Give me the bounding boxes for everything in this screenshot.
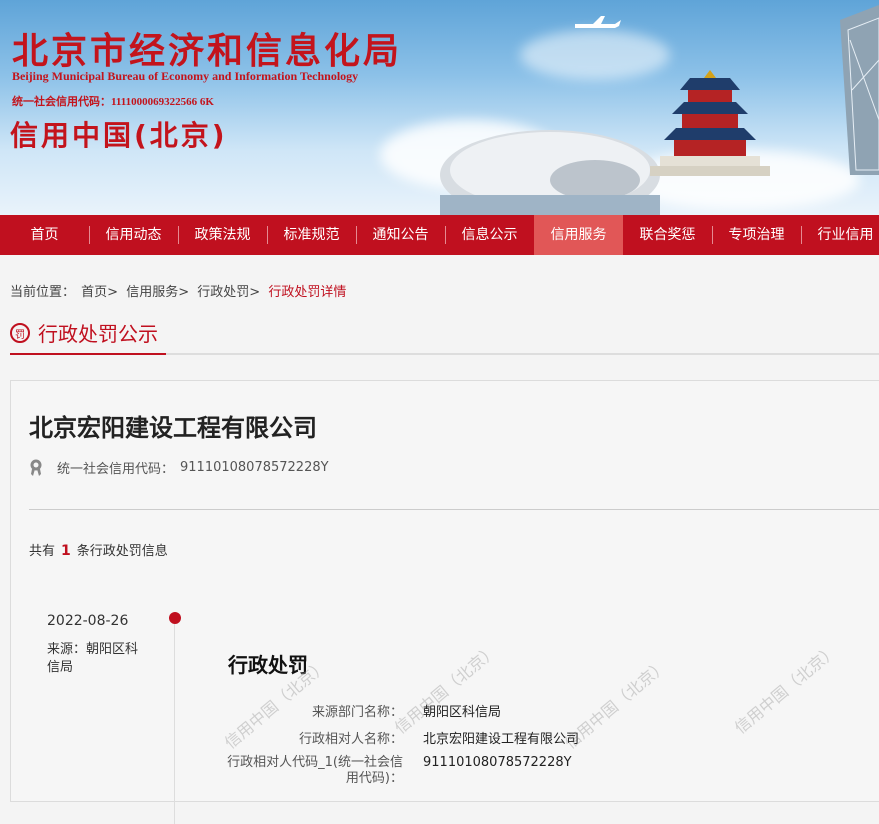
section-header-inner: 罚 行政处罚公示 [10,320,166,355]
field-value: 91110108078572228Y [423,755,572,770]
section-title: 行政处罚公示 [38,322,158,346]
penalty-icon: 罚 [10,323,30,343]
header-banner: 北京市经济和信息化局 Beijing Municipal Bureau of E… [0,0,879,215]
breadcrumb-link-penalty[interactable]: 行政处罚 [197,285,249,300]
nav-item-disclosure[interactable]: 信息公示 [445,215,534,255]
breadcrumb-separator: > [249,285,261,300]
breadcrumb-separator: > [107,285,119,300]
section-header: 罚 行政处罚公示 [10,320,879,355]
breadcrumb: 当前位置： 首页> 信用服务> 行政处罚> 行政处罚详情 [10,281,348,300]
company-name: 北京宏阳建设工程有限公司 [29,414,317,442]
field-row: 行政相对人名称： 北京宏阳建设工程有限公司 [223,728,579,747]
credit-code-row: 统一社会信用代码： 91110108078572228Y [29,458,329,477]
nav-item-joint-rewards[interactable]: 联合奖惩 [623,215,712,255]
site-title: 北京市经济和信息化局 [12,30,403,72]
beijing-skyline-illustration [440,5,879,215]
credit-code-label: 统一社会信用代码： [57,462,175,477]
field-row: 来源部门名称： 朝阳区科信局 [223,701,501,720]
breadcrumb-separator: > [178,285,190,300]
airplane-icon [575,16,621,28]
breadcrumb-prefix: 当前位置： [10,285,76,300]
field-value: 朝阳区科信局 [423,705,502,720]
nav-item-policies[interactable]: 政策法规 [178,215,267,255]
site-title-english: Beijing Municipal Bureau of Economy and … [12,69,359,83]
penalty-detail-card: 北京宏阳建设工程有限公司 统一社会信用代码： 91110108078572228… [10,380,879,824]
timeline-dot [169,612,181,624]
record-source: 来源：朝阳区科信局 [47,642,139,675]
watermark: 信用中国（北京） [390,640,502,738]
field-row: 行政相对人代码_1(统一社会信用代码)： 91110108078572228Y [223,755,572,787]
main-nav: 首页 信用动态 政策法规 标准规范 通知公告 信息公示 信用服务 联合奖惩 专项… [0,215,879,255]
credit-code-value: 91110108078572228Y [180,460,329,475]
field-key: 来源部门名称： [311,705,403,720]
nav-item-home[interactable]: 首页 [0,215,89,255]
record-count-value: 1 [61,543,71,559]
nav-item-special-governance[interactable]: 专项治理 [712,215,801,255]
site-subtitle: 信用中国(北京) [10,119,228,152]
nav-item-credit-news[interactable]: 信用动态 [89,215,178,255]
record-count: 共有 1 条行政处罚信息 [29,540,168,559]
record-date: 2022-08-26 [47,613,129,629]
nav-item-notices[interactable]: 通知公告 [356,215,445,255]
breadcrumb-link-credit-service[interactable]: 信用服务 [126,285,178,300]
divider [29,509,879,510]
field-value: 北京宏阳建设工程有限公司 [423,732,580,747]
record-count-prefix: 共有 [29,544,56,559]
timeline-line [174,624,175,824]
certificate-icon [30,459,42,476]
bureau-credit-code: 统一社会信用代码：1111000069322566 6K [12,96,214,108]
breadcrumb-current: 行政处罚详情 [268,285,347,300]
nav-item-industry-credit[interactable]: 行业信用 [801,215,879,255]
field-key: 行政相对人代码_1(统一社会信用代码)： [227,755,403,786]
field-key: 行政相对人名称： [298,732,403,747]
record-count-suffix: 条行政处罚信息 [76,544,168,559]
nav-item-credit-service[interactable]: 信用服务 [534,215,623,255]
nav-item-standards[interactable]: 标准规范 [267,215,356,255]
watermark: 信用中国（北京） [730,640,842,738]
breadcrumb-link-home[interactable]: 首页 [81,285,107,300]
